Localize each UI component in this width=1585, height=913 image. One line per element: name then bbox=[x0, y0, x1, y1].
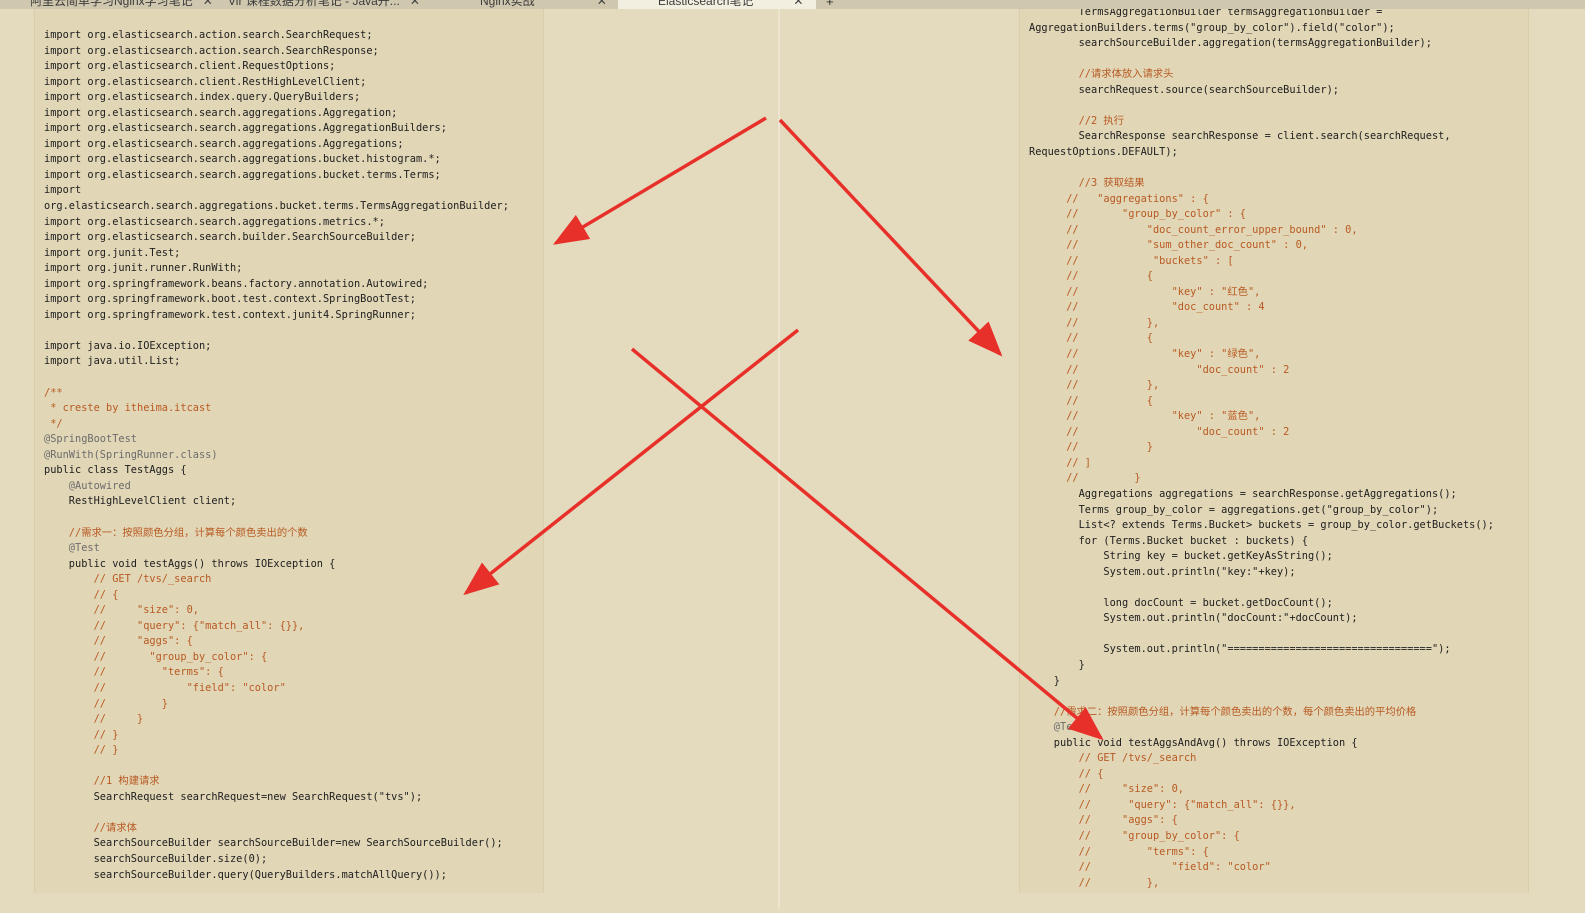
annotation-arrows bbox=[463, 116, 1104, 741]
arrow-down-left bbox=[463, 328, 800, 596]
arrow-long-down-right bbox=[630, 347, 1104, 741]
arrow-down-right bbox=[778, 118, 1003, 357]
arrow-up-left bbox=[552, 116, 767, 245]
